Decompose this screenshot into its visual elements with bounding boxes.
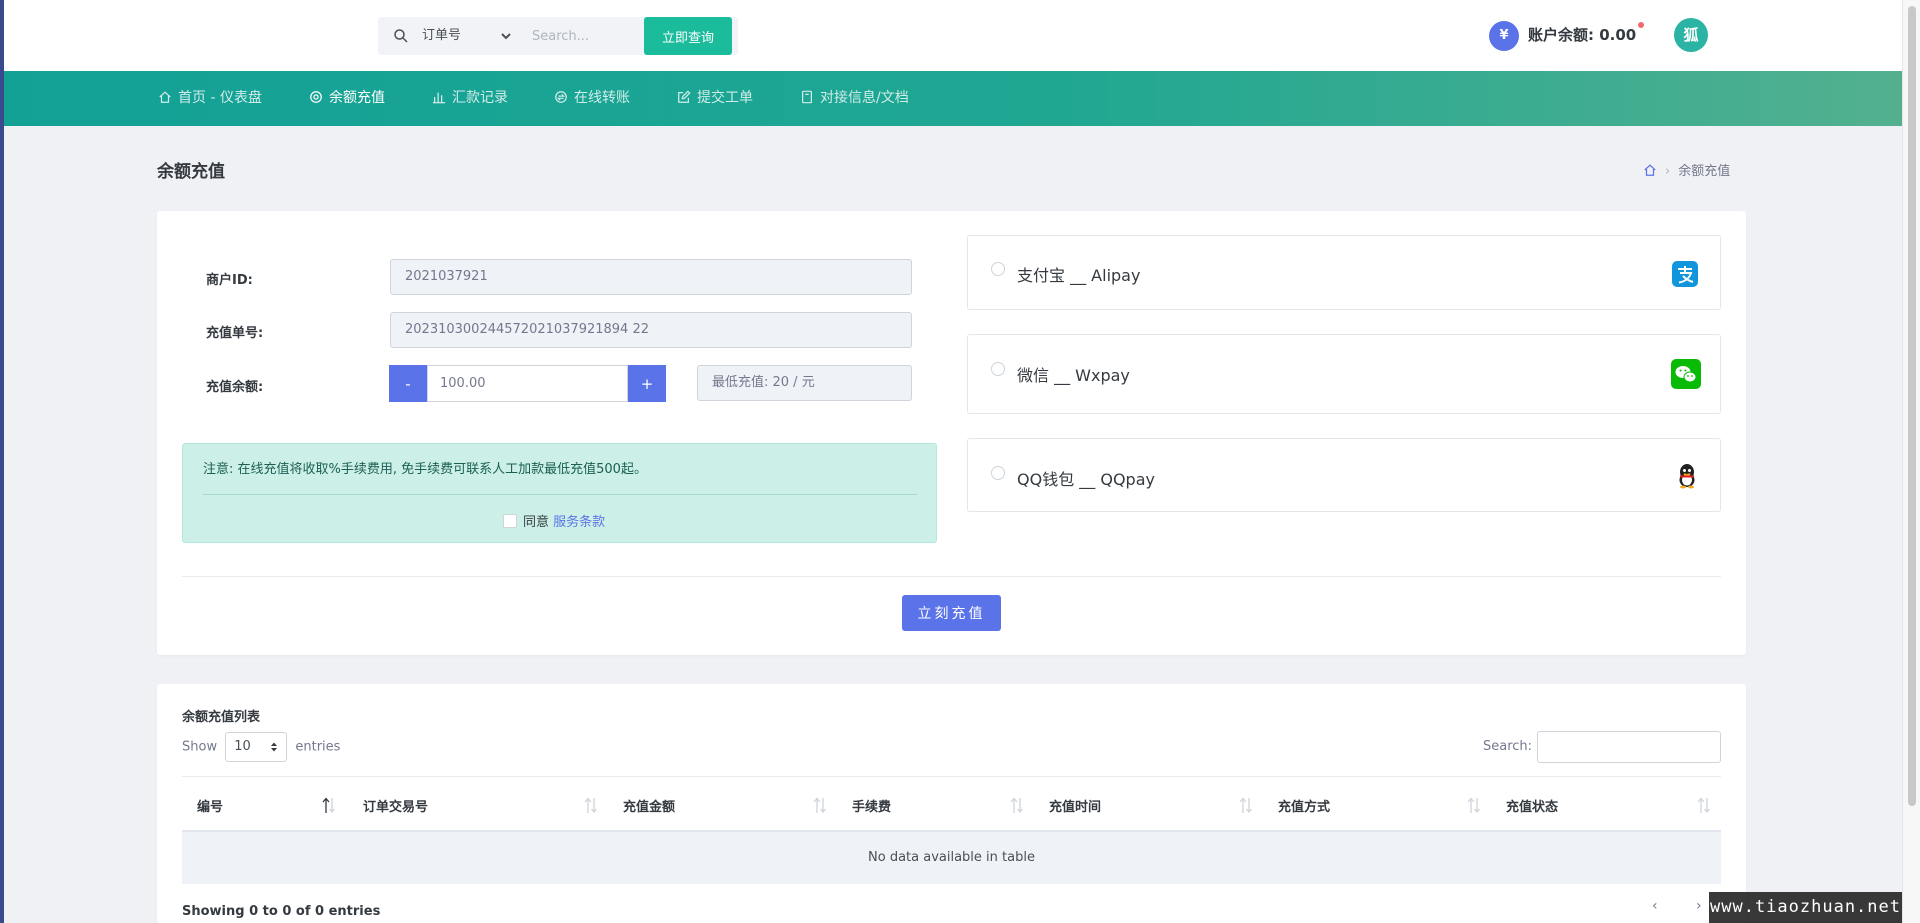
nav-label: 余额充值 [329,90,385,106]
payment-label: QQ钱包 __ QQpay [1017,470,1155,489]
agree-checkbox[interactable] [503,514,517,528]
yuan-icon: ¥ [1489,21,1519,51]
sort-icon[interactable] [1467,796,1481,814]
edit-icon [678,90,691,103]
order-search-box: 订单号 立即查询 [378,17,738,55]
agree-label: 同意 [523,515,550,530]
table-search-label: Search: [1483,739,1533,754]
nav-item-remit-records[interactable]: 汇款记录 [432,71,508,126]
amount-increase-button[interactable]: + [628,365,666,402]
page-title: 余额充值 [157,162,225,182]
search-input[interactable] [532,17,642,55]
home-icon [159,91,171,103]
page-length-value: 10 [234,739,251,754]
amount-decrease-button[interactable]: - [389,365,427,402]
qqpay-radio[interactable] [991,466,1005,480]
form-divider [182,576,1721,577]
nav-label: 首页 - 仪表盘 [178,90,262,106]
document-icon [802,90,812,104]
notification-dot [1638,22,1644,28]
chevron-right-icon: › [1665,164,1671,179]
sort-icon[interactable] [1697,796,1711,814]
show-label: Show [182,739,218,755]
sort-icon[interactable] [813,796,827,814]
table-search-input[interactable] [1537,731,1721,763]
query-button[interactable]: 立即查询 [644,17,732,55]
payment-label: 微信 __ Wxpay [1017,366,1130,385]
column-header-method[interactable]: 充值方式 [1278,796,1330,815]
list-title: 余额充值列表 [182,710,261,725]
table-info: Showing 0 to 0 of 0 entries [182,904,381,919]
column-header-fee[interactable]: 手续费 [852,796,891,815]
bar-chart-icon [432,92,446,104]
notice-text: 注意: 在线充值将收取%手续费用, 免手续费可联系人工加款最低充值500起。 [203,462,647,477]
alipay-icon [1672,261,1698,287]
scrollbar[interactable] [1902,0,1920,923]
fee-notice: 注意: 在线充值将收取%手续费用, 免手续费可联系人工加款最低充值500起。 同… [182,443,937,543]
qq-penguin-icon [1679,464,1695,489]
page-length-select[interactable]: 10 [225,732,288,762]
target-icon [310,91,322,103]
nav-item-ticket[interactable]: 提交工单 [677,71,753,126]
merchant-id-field: 2021037921 [390,259,912,295]
payment-option-qqpay[interactable]: QQ钱包 __ QQpay [967,438,1721,512]
nav-item-docs[interactable]: 对接信息/文档 [800,71,909,126]
home-icon[interactable] [1643,163,1657,177]
column-header-order-no[interactable]: 订单交易号 [363,796,428,815]
sort-icon[interactable] [1239,796,1253,814]
nav-label: 汇款记录 [452,90,508,106]
column-header-status[interactable]: 充值状态 [1506,796,1558,815]
order-number-label: 充值单号: [206,326,264,341]
transfer-icon [555,91,567,103]
table-length-control: Show 10 entries [182,732,340,762]
nav-item-transfer[interactable]: 在线转账 [554,71,630,126]
alipay-radio[interactable] [991,262,1005,276]
amount-input[interactable] [427,365,628,402]
window-frame-edge [0,0,4,923]
payment-label: 支付宝 __ Alipay [1017,266,1141,285]
table-top-border [182,776,1721,777]
terms-link[interactable]: 服务条款 [553,515,605,530]
agree-terms-row: 同意 服务条款 [503,511,605,530]
notice-divider [203,494,917,495]
wechat-icon [1671,359,1701,389]
topbar: 订单号 立即查询 ¥ 账户余额: 0.00 狐 [4,0,1902,71]
wxpay-radio[interactable] [991,362,1005,376]
sort-icon[interactable] [1010,796,1024,814]
nav-label: 在线转账 [574,90,630,106]
nav-label: 提交工单 [697,90,753,106]
entries-label: entries [295,739,341,755]
nav-item-dashboard[interactable]: 首页 - 仪表盘 [158,71,262,126]
table-empty-row: No data available in table [182,832,1721,884]
recharge-submit-button[interactable]: 立刻充值 [902,595,1001,631]
payment-option-alipay[interactable]: 支付宝 __ Alipay [967,235,1721,310]
breadcrumb-current: 余额充值 [1678,164,1731,179]
pagination-next[interactable]: › [1696,898,1702,914]
nav-label: 对接信息/文档 [820,90,909,106]
amount-label: 充值余额: [206,380,264,395]
order-number-field: 202310300244572021037921894 22 [390,312,912,348]
watermark: www.tiaozhuan.net [1709,892,1902,923]
search-icon [394,29,408,43]
merchant-id-label: 商户ID: [206,273,253,288]
chevron-down-icon[interactable] [500,30,512,42]
sort-icon[interactable] [584,796,598,814]
nav-item-recharge[interactable]: 余额充值 [309,71,385,126]
breadcrumb: › 余额充值 [1643,160,1730,179]
min-recharge-note: 最低充值: 20 / 元 [697,365,912,401]
pagination-previous[interactable]: ‹ [1652,898,1658,914]
user-avatar[interactable]: 狐 [1674,18,1708,52]
account-balance[interactable]: 账户余额: 0.00 [1528,24,1636,45]
column-header-amount[interactable]: 充值金额 [623,796,675,815]
column-header-id[interactable]: 编号 [197,796,223,815]
sort-asc-icon[interactable] [322,796,336,814]
scrollbar-thumb[interactable] [1908,6,1916,806]
payment-option-wxpay[interactable]: 微信 __ Wxpay [967,334,1721,414]
main-navbar: 首页 - 仪表盘 余额充值 汇款记录 在线转账 提交工单 对接信息/文档 [4,71,1902,126]
column-header-time[interactable]: 充值时间 [1049,796,1101,815]
sort-arrows-icon [271,742,278,752]
